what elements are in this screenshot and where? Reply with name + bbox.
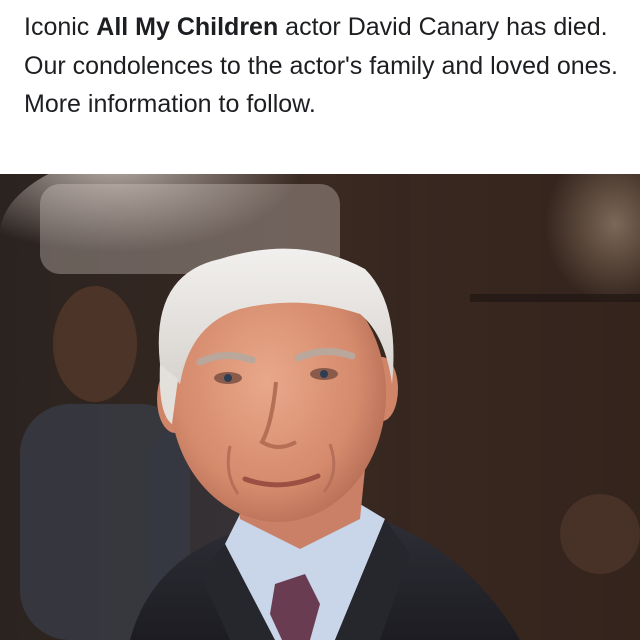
post-caption: Iconic All My Children actor David Canar… (24, 8, 624, 124)
caption-text-start: Iconic (24, 13, 97, 41)
news-post: Iconic All My Children actor David Canar… (0, 0, 640, 640)
portrait-illustration (0, 174, 640, 640)
show-title: All My Children (96, 13, 279, 41)
portrait-photo[interactable] (0, 174, 640, 640)
